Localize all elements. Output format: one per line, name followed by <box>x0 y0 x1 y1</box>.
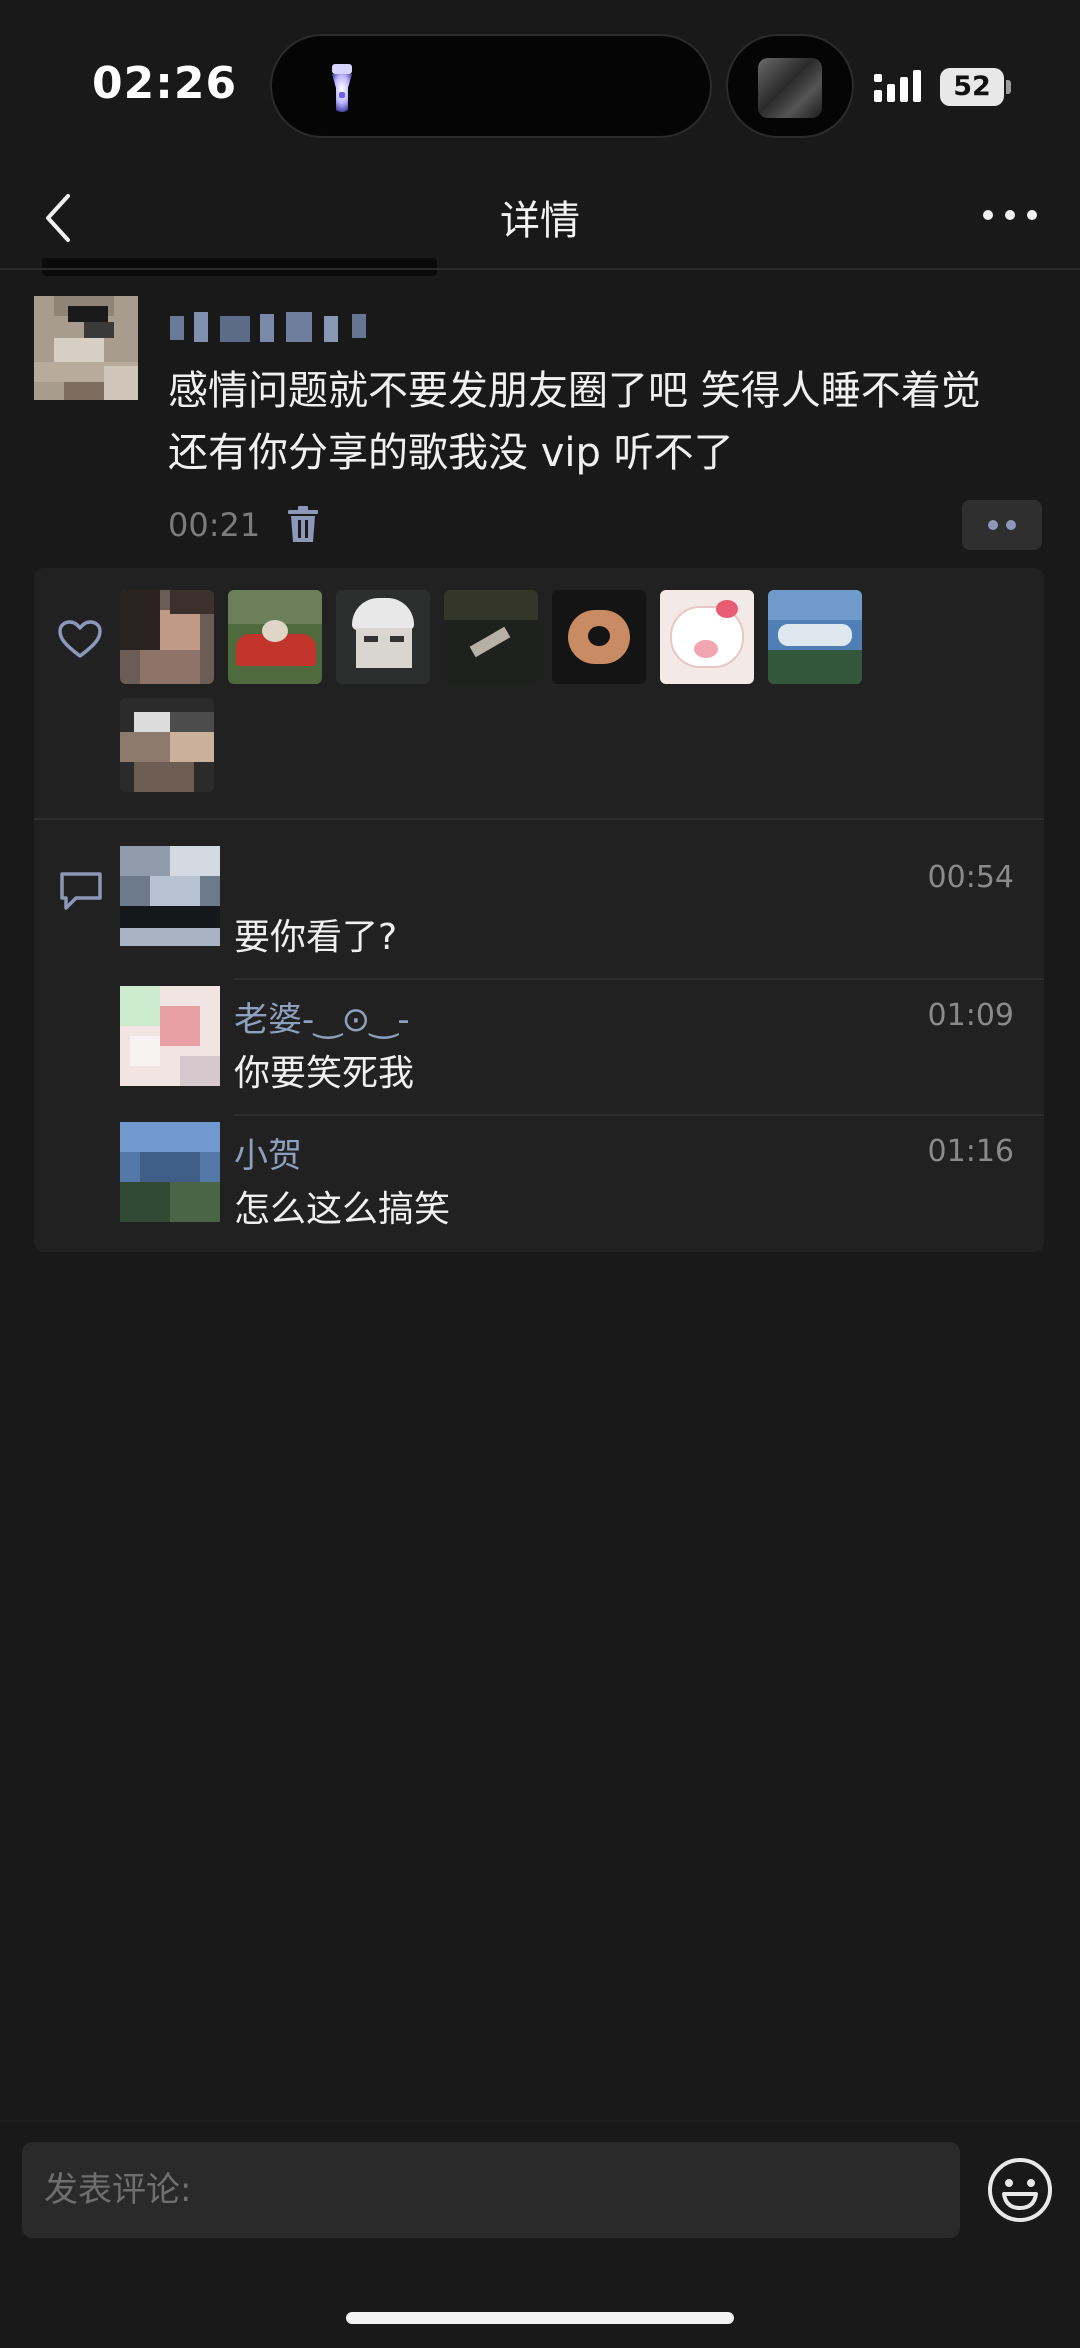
ellipsis-icon[interactable] <box>980 200 1040 230</box>
liker-avatar[interactable] <box>768 590 862 684</box>
card-divider <box>34 818 1044 820</box>
liker-avatar[interactable] <box>120 590 214 684</box>
smiley-icon[interactable] <box>986 2156 1054 2224</box>
liker-avatar[interactable] <box>660 590 754 684</box>
nav-divider <box>0 268 1080 270</box>
heart-icon <box>58 620 102 658</box>
comment-divider <box>234 1114 1044 1116</box>
comment-divider <box>234 978 1044 980</box>
liker-avatar[interactable] <box>228 590 322 684</box>
comment-bubble-icon <box>60 872 102 910</box>
interaction-card: 00:54 要你看了? 老婆-‿⊙‿- 01:09 你要笑死我 小贺 01:16… <box>34 568 1044 1252</box>
header-shadow <box>42 258 437 276</box>
comment-input[interactable] <box>22 2142 960 2238</box>
liker-avatar[interactable] <box>120 698 214 792</box>
now-playing-island[interactable] <box>726 34 854 138</box>
post-content-line-2: 还有你分享的歌我没 vip 听不了 <box>168 430 734 476</box>
post-author-name[interactable] <box>170 306 380 344</box>
two-dots-icon <box>988 520 1016 530</box>
post-actions-button[interactable] <box>962 500 1042 550</box>
liker-avatar[interactable] <box>444 590 538 684</box>
post-timestamp: 00:21 <box>168 506 261 544</box>
comment-time: 01:09 <box>927 998 1014 1033</box>
post-author-avatar[interactable] <box>34 296 138 400</box>
status-time: 02:26 <box>92 58 238 109</box>
commenter-name[interactable]: 小贺 <box>234 1128 302 1177</box>
commenter-name[interactable]: 老婆-‿⊙‿- <box>234 992 410 1041</box>
post-content: 感情问题就不要发朋友圈了吧 笑得人睡不着觉 还有你分享的歌我没 vip 听不了 <box>168 360 1048 484</box>
signal-icon <box>874 70 921 102</box>
comment-text: 怎么这么搞笑 <box>234 1189 451 1230</box>
dynamic-island[interactable] <box>270 34 712 138</box>
flashlight-icon <box>332 64 352 112</box>
comment-time: 00:54 <box>927 860 1014 895</box>
commenter-avatar[interactable] <box>120 1122 220 1222</box>
comment-time: 01:16 <box>927 1134 1014 1169</box>
battery-tip <box>1006 80 1011 94</box>
commenter-avatar[interactable] <box>120 846 220 946</box>
liker-avatar[interactable] <box>336 590 430 684</box>
comment-text: 你要笑死我 <box>234 1053 415 1094</box>
comment-text: 要你看了? <box>234 917 398 958</box>
nav-bar: 详情 <box>0 170 1080 270</box>
home-indicator[interactable] <box>346 2312 734 2324</box>
trash-icon[interactable] <box>286 506 320 544</box>
status-bar: 02:26 52 <box>0 0 1080 170</box>
page-title: 详情 <box>500 198 580 244</box>
now-playing-thumbnail <box>758 58 822 118</box>
liker-avatar[interactable] <box>552 590 646 684</box>
battery-icon: 52 <box>940 68 1004 106</box>
commenter-avatar[interactable] <box>120 986 220 1086</box>
post-content-line-1: 感情问题就不要发朋友圈了吧 笑得人睡不着觉 <box>168 368 981 414</box>
